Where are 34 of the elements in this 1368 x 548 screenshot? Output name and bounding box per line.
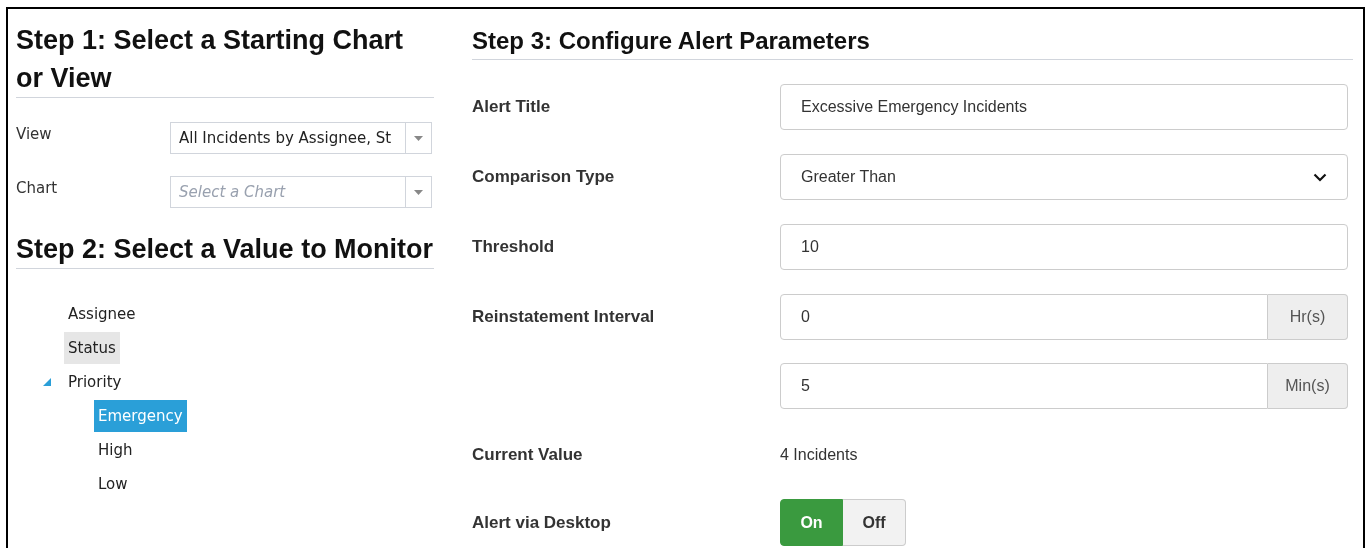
text-field[interactable]: Excessive Emergency Incidents — [780, 84, 1348, 130]
tree-item[interactable]: High — [94, 434, 137, 466]
section-heading: Step 2: Select a Value to Monitor — [16, 233, 434, 266]
field-label: Alert via Desktop — [472, 511, 611, 534]
caret-icon — [414, 189, 423, 195]
toggle-option[interactable]: Off — [843, 499, 906, 546]
toggle-option[interactable]: On — [780, 499, 843, 546]
field-label: Alert Title — [472, 96, 551, 119]
tree-item[interactable]: Low — [94, 468, 132, 500]
section-heading: Step 3: Configure Alert Parameters — [472, 26, 871, 56]
tree-item[interactable]: Status — [64, 332, 120, 364]
unit-addon: Min(s) — [1268, 362, 1348, 409]
tree-item[interactable]: Assignee — [64, 298, 140, 330]
text-field[interactable]: 5 — [780, 362, 1268, 409]
unit-addon: Hr(s) — [1268, 293, 1348, 340]
chevron-down-icon — [1313, 172, 1327, 182]
caret-icon — [414, 135, 423, 141]
dropdown-value: Greater Than — [801, 167, 896, 187]
field-label: Comparison Type — [472, 166, 615, 189]
field-label: View — [16, 124, 53, 144]
dropdown[interactable]: All Incidents by Assignee, St — [170, 122, 432, 154]
text-field[interactable]: 10 — [780, 224, 1348, 270]
section-heading: Step 1: Select a Starting Chart or View — [16, 24, 405, 95]
field-label: Reinstatement Interval — [472, 305, 655, 328]
field-label: Current Value — [472, 443, 583, 466]
text-field[interactable]: 0 — [780, 293, 1268, 340]
field-label: Threshold — [472, 236, 555, 259]
expand-triangle-icon[interactable] — [43, 378, 51, 386]
dropdown[interactable]: Greater Than — [780, 154, 1348, 200]
tree-item[interactable]: Priority — [64, 366, 126, 398]
dropdown-value: All Incidents by Assignee, St — [178, 127, 393, 149]
value-text: 4 Incidents — [780, 444, 858, 465]
field-label: Chart — [16, 178, 59, 198]
dropdown-placeholder: Select a Chart — [178, 181, 287, 203]
